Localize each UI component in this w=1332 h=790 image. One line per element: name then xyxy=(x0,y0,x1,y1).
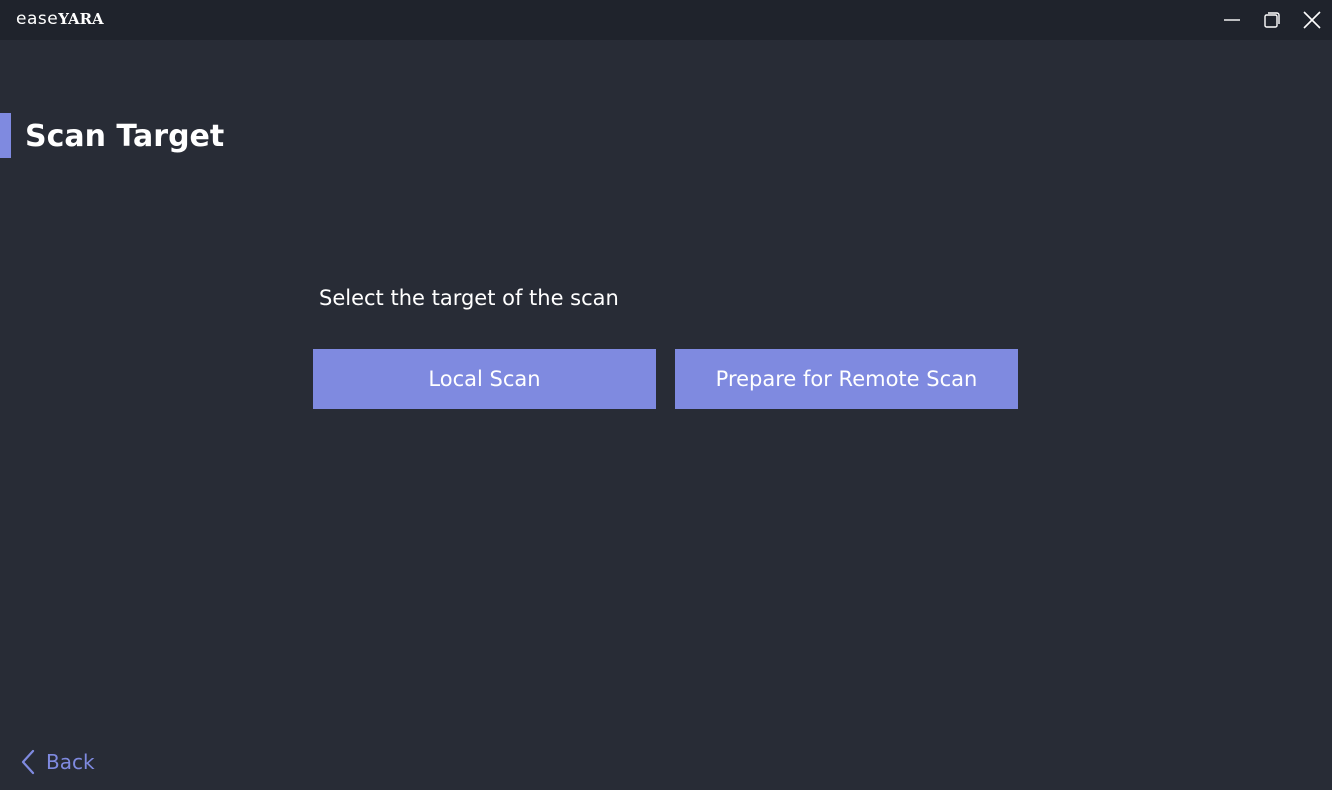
app-logo-bold: YARA xyxy=(58,10,104,28)
scan-target-prompt: Select the target of the scan xyxy=(319,286,619,310)
minimize-button[interactable] xyxy=(1212,0,1252,40)
local-scan-label: Local Scan xyxy=(428,367,541,391)
close-button[interactable] xyxy=(1292,0,1332,40)
remote-scan-button[interactable]: Prepare for Remote Scan xyxy=(675,349,1018,409)
page-title: Scan Target xyxy=(25,119,225,154)
maximize-button[interactable] xyxy=(1252,0,1292,40)
local-scan-button[interactable]: Local Scan xyxy=(313,349,656,409)
heading-accent-bar xyxy=(0,113,11,158)
back-label: Back xyxy=(46,750,95,774)
app-logo-light: ease xyxy=(16,9,59,29)
chevron-left-icon xyxy=(20,748,38,776)
minimize-icon xyxy=(1224,19,1240,21)
back-button[interactable]: Back xyxy=(20,747,95,777)
app-logo: easeYARA xyxy=(16,9,104,29)
title-bar: easeYARA xyxy=(0,0,1332,40)
remote-scan-label: Prepare for Remote Scan xyxy=(715,367,978,391)
maximize-icon xyxy=(1264,12,1280,28)
close-icon xyxy=(1303,11,1321,29)
